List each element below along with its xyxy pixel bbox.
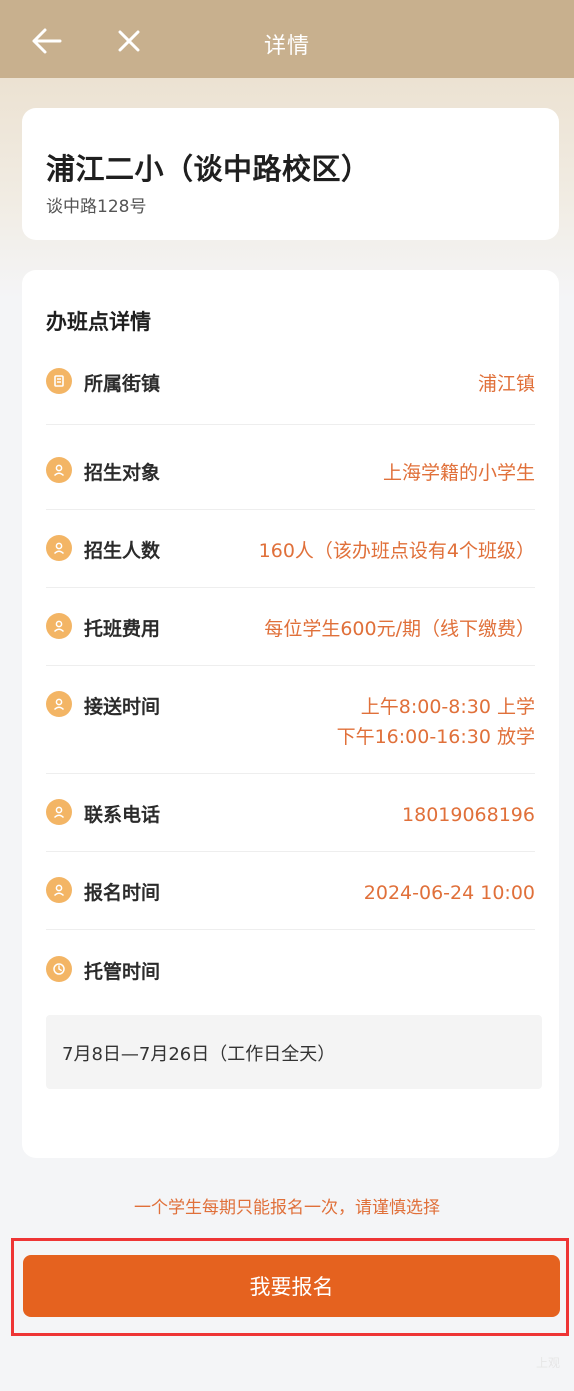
- row-value: 上海学籍的小学生: [382, 462, 535, 484]
- school-card: 浦江二小（谈中路校区） 谈中路128号: [22, 108, 559, 240]
- divider: [46, 929, 535, 930]
- section-title: 办班点详情: [46, 310, 151, 334]
- top-bar: 详情: [0, 0, 574, 78]
- divider: [46, 424, 535, 425]
- clock-icon: [46, 956, 72, 982]
- custody-note-box: 7月8日—7月26日（工作日全天）: [46, 1015, 542, 1089]
- detail-card: 办班点详情 所属街镇 浦江镇 招生对象 上海学籍的小学生 招生人数 160人（该…: [22, 270, 559, 1158]
- row-value: 浦江镇: [477, 373, 535, 395]
- row-label: 联系电话: [84, 804, 161, 826]
- person-icon: [46, 535, 72, 561]
- row-label: 报名时间: [84, 882, 161, 904]
- school-address: 谈中路128号: [46, 197, 147, 217]
- row-value: 2024-06-24 10:00: [363, 882, 535, 904]
- divider: [46, 587, 535, 588]
- person-icon: [46, 691, 72, 717]
- person-icon: [46, 877, 72, 903]
- row-label: 托管时间: [84, 961, 161, 983]
- signup-warning: 一个学生每期只能报名一次，请谨慎选择: [134, 1198, 440, 1218]
- row-value: 160人（该办班点设有4个班级）: [258, 540, 535, 562]
- row-value: 每位学生600元/期（线下缴费）: [264, 618, 535, 640]
- row-label: 所属街镇: [84, 373, 161, 395]
- signup-button[interactable]: 我要报名: [23, 1255, 560, 1317]
- divider: [46, 665, 535, 666]
- person-icon: [46, 613, 72, 639]
- divider: [46, 773, 535, 774]
- school-name: 浦江二小（谈中路校区）: [46, 152, 371, 186]
- watermark: 上观: [535, 1356, 560, 1370]
- phone-link[interactable]: 18019068196: [402, 800, 535, 830]
- divider: [46, 851, 535, 852]
- document-icon: [46, 368, 72, 394]
- custody-note: 7月8日—7月26日（工作日全天）: [62, 1044, 336, 1065]
- row-label: 招生人数: [84, 540, 161, 562]
- divider: [46, 509, 535, 510]
- person-icon: [46, 799, 72, 825]
- row-value: 上午8:00-8:30 上学 下午16:00-16:30 放学: [336, 696, 535, 748]
- row-label: 招生对象: [84, 462, 161, 484]
- row-label: 接送时间: [84, 696, 161, 718]
- page-title: 详情: [263, 34, 310, 59]
- person-icon: [46, 457, 72, 483]
- row-label: 托班费用: [84, 618, 161, 640]
